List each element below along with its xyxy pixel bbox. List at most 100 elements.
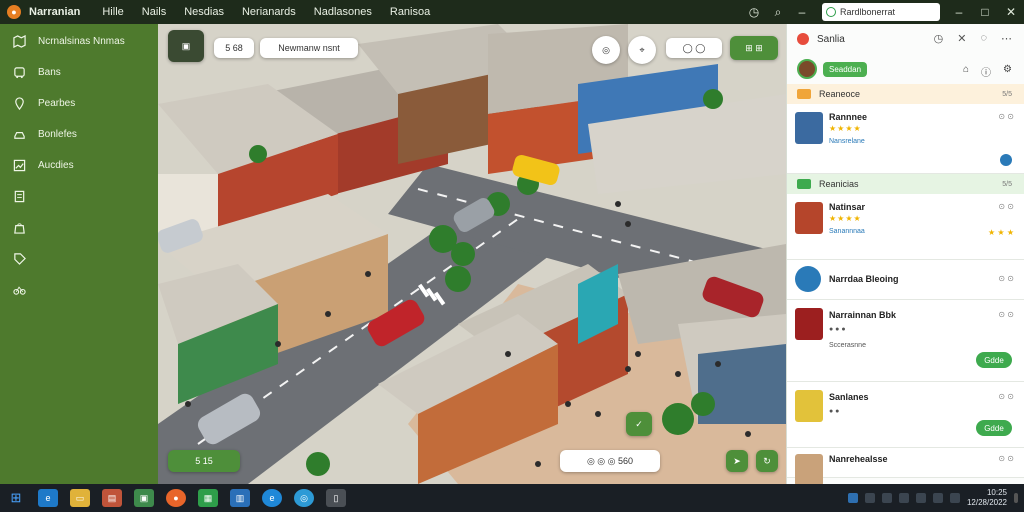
results-panel: Sanlia ◷ ✕ ◌ ⋯ Seaddan ⌂ ⓘ ⚙ Reaneoce 5/… xyxy=(786,24,1024,484)
sidebar-item-label: Pearbes xyxy=(38,98,76,109)
sidebar-item-9[interactable] xyxy=(0,274,158,305)
place-name: Narrainnan Bbk xyxy=(829,310,897,320)
list-item[interactable]: Narrdaa Bleoing ⊙ ⊙ xyxy=(787,260,1024,300)
user-pill[interactable]: Seaddan xyxy=(823,61,868,77)
brand-icon xyxy=(797,33,809,45)
info-icon[interactable]: ⓘ xyxy=(981,64,991,79)
sidebar-item-8[interactable] xyxy=(0,243,158,274)
photos-icon[interactable]: ▣ xyxy=(134,489,154,507)
go-button[interactable]: Gdde xyxy=(976,420,1012,436)
sidebar: Ncrnalsinas Nnmas Bans Pearbes Bonlefes … xyxy=(0,24,158,484)
app-name: Narranian xyxy=(29,6,81,18)
section-header-2[interactable]: Reanicias 5/5 xyxy=(787,174,1024,194)
more-icon[interactable]: ⋯ xyxy=(1001,32,1012,45)
store-icon[interactable]: ▤ xyxy=(102,489,122,507)
edge-icon[interactable]: e xyxy=(38,489,58,507)
sheets-icon[interactable]: ▦ xyxy=(198,489,218,507)
zoom-indicator[interactable]: 5 68 xyxy=(214,38,254,58)
terminal-icon[interactable]: ▯ xyxy=(326,489,346,507)
wifi-icon[interactable] xyxy=(932,493,943,503)
minimize-button[interactable]: – xyxy=(946,5,972,19)
section-header-1[interactable]: Reaneoce 5/5 xyxy=(787,84,1024,104)
compass-button[interactable]: ◎ xyxy=(592,36,620,64)
sidebar-item-4[interactable]: Bonlefes xyxy=(0,119,158,150)
location-button[interactable]: ⌖ xyxy=(628,36,656,64)
volume-icon[interactable] xyxy=(949,493,960,503)
place-meta: Sccerasnne xyxy=(829,342,866,349)
search-field[interactable]: Rardlbonerrat xyxy=(822,3,940,21)
list-item[interactable]: Nanrehealsse ⊙ ⊙ xyxy=(787,448,1024,484)
layer-thumbnail-button[interactable]: ▣ xyxy=(168,30,204,62)
refresh-button[interactable]: ↻ xyxy=(756,450,778,472)
files-icon[interactable]: ▭ xyxy=(70,489,90,507)
scale-text: ◎ ◎ ◎ 560 xyxy=(586,455,634,466)
clock-icon[interactable]: ◷ xyxy=(742,5,766,19)
tray-icon[interactable] xyxy=(847,493,858,503)
tag-icon xyxy=(12,252,26,266)
history-icon[interactable]: ◷ xyxy=(934,32,944,45)
card-actions[interactable]: ⊙ ⊙ xyxy=(998,274,1014,283)
menu-item-2[interactable]: Nails xyxy=(142,6,166,18)
rating-stars: ★★★★ xyxy=(829,124,862,133)
sidebar-item-6[interactable] xyxy=(0,181,158,212)
chrome-icon[interactable]: ● xyxy=(166,489,186,507)
outlook-icon[interactable]: ▥ xyxy=(230,489,250,507)
list-item[interactable]: Rannnee ★★★★ Nansrelane ⊙ ⊙ xyxy=(787,104,1024,174)
tray-icon[interactable] xyxy=(898,493,909,503)
map-action-button[interactable]: ⊞ ⊞ xyxy=(730,36,778,60)
map-view[interactable]: ▣ 5 68 Newmanw nsnt ◎ ⌖ ◯ ◯ ⊞ ⊞ 5 15 ◎ ◎… xyxy=(158,24,786,484)
close-button[interactable]: ✕ xyxy=(998,5,1024,19)
sidebar-item-3[interactable]: Pearbes xyxy=(0,88,158,119)
card-actions[interactable]: ⊙ ⊙ xyxy=(998,392,1014,401)
minus-icon[interactable]: – xyxy=(790,5,814,19)
list-item[interactable]: Natinsar ★★★★ Sanannnaa ⊙ ⊙ ★ ★ ★ xyxy=(787,194,1024,260)
place-name: Rannnee xyxy=(829,112,868,122)
sidebar-item-label: Ncrnalsinas Nnmas xyxy=(38,36,125,47)
sidebar-item-1[interactable]: Ncrnalsinas Nnmas xyxy=(0,26,158,57)
user-row: Seaddan ⌂ ⓘ ⚙ xyxy=(787,54,1024,84)
view-toggle[interactable]: ◯ ◯ xyxy=(666,38,722,58)
place-thumbnail xyxy=(795,202,823,234)
section-title: Reaneoce xyxy=(819,89,861,99)
go-button[interactable]: Gdde xyxy=(976,352,1012,368)
clock[interactable]: 10:25 12/28/2022 xyxy=(967,488,1007,508)
sidebar-item-7[interactable] xyxy=(0,212,158,243)
menu-item-1[interactable]: Hille xyxy=(102,6,123,18)
show-desktop-button[interactable] xyxy=(1014,493,1018,503)
directions-icon[interactable] xyxy=(1000,154,1012,166)
locate-me-button[interactable]: ➤ xyxy=(726,450,748,472)
card-actions[interactable]: ⊙ ⊙ xyxy=(998,112,1014,121)
menu-item-4[interactable]: Nerianards xyxy=(242,6,296,18)
tray-icon[interactable] xyxy=(881,493,892,503)
menu-item-3[interactable]: Nesdias xyxy=(184,6,224,18)
sidebar-item-5[interactable]: Aucdies xyxy=(0,150,158,181)
marker-button[interactable]: ✓ xyxy=(626,412,652,436)
windows-icon[interactable]: ⊞ xyxy=(6,489,26,507)
list-item[interactable]: Narrainnan Bbk ● ● ● Sccerasnne ⊙ ⊙ Gdde xyxy=(787,300,1024,382)
layers-control[interactable]: 5 15 xyxy=(168,450,240,472)
maximize-button[interactable]: □ xyxy=(972,5,998,19)
close-icon[interactable]: ✕ xyxy=(957,32,966,45)
map-search-text: Newmanw nsnt xyxy=(278,43,340,53)
search-icon[interactable]: ⌕ xyxy=(766,5,790,20)
tray-icon[interactable] xyxy=(864,493,875,503)
card-actions[interactable]: ⊙ ⊙ xyxy=(998,454,1014,463)
home-icon[interactable]: ⌂ xyxy=(963,64,969,79)
section-count: 5/5 xyxy=(1002,180,1012,188)
tray-icon[interactable] xyxy=(915,493,926,503)
chart-icon xyxy=(12,159,26,173)
chat-icon[interactable]: ◌ xyxy=(980,32,987,45)
map-search-chip[interactable]: Newmanw nsnt xyxy=(260,38,358,58)
avatar[interactable] xyxy=(797,59,817,79)
sidebar-item-2[interactable]: Bans xyxy=(0,57,158,88)
settings-icon[interactable]: ⚙ xyxy=(1003,64,1012,79)
globe-icon[interactable]: ◎ xyxy=(294,489,314,507)
card-actions[interactable]: ⊙ ⊙ xyxy=(998,310,1014,319)
section-count: 5/5 xyxy=(1002,90,1012,98)
card-actions[interactable]: ⊙ ⊙ xyxy=(998,202,1014,211)
menu-item-6[interactable]: Ranisoa xyxy=(390,6,430,18)
menu-item-5[interactable]: Nadlasones xyxy=(314,6,372,18)
browser-icon[interactable]: e xyxy=(262,489,282,507)
list-item[interactable]: Sanlanes ● ● ⊙ ⊙ Gdde xyxy=(787,382,1024,448)
favorite-icons[interactable]: ★ ★ ★ xyxy=(988,228,1014,237)
